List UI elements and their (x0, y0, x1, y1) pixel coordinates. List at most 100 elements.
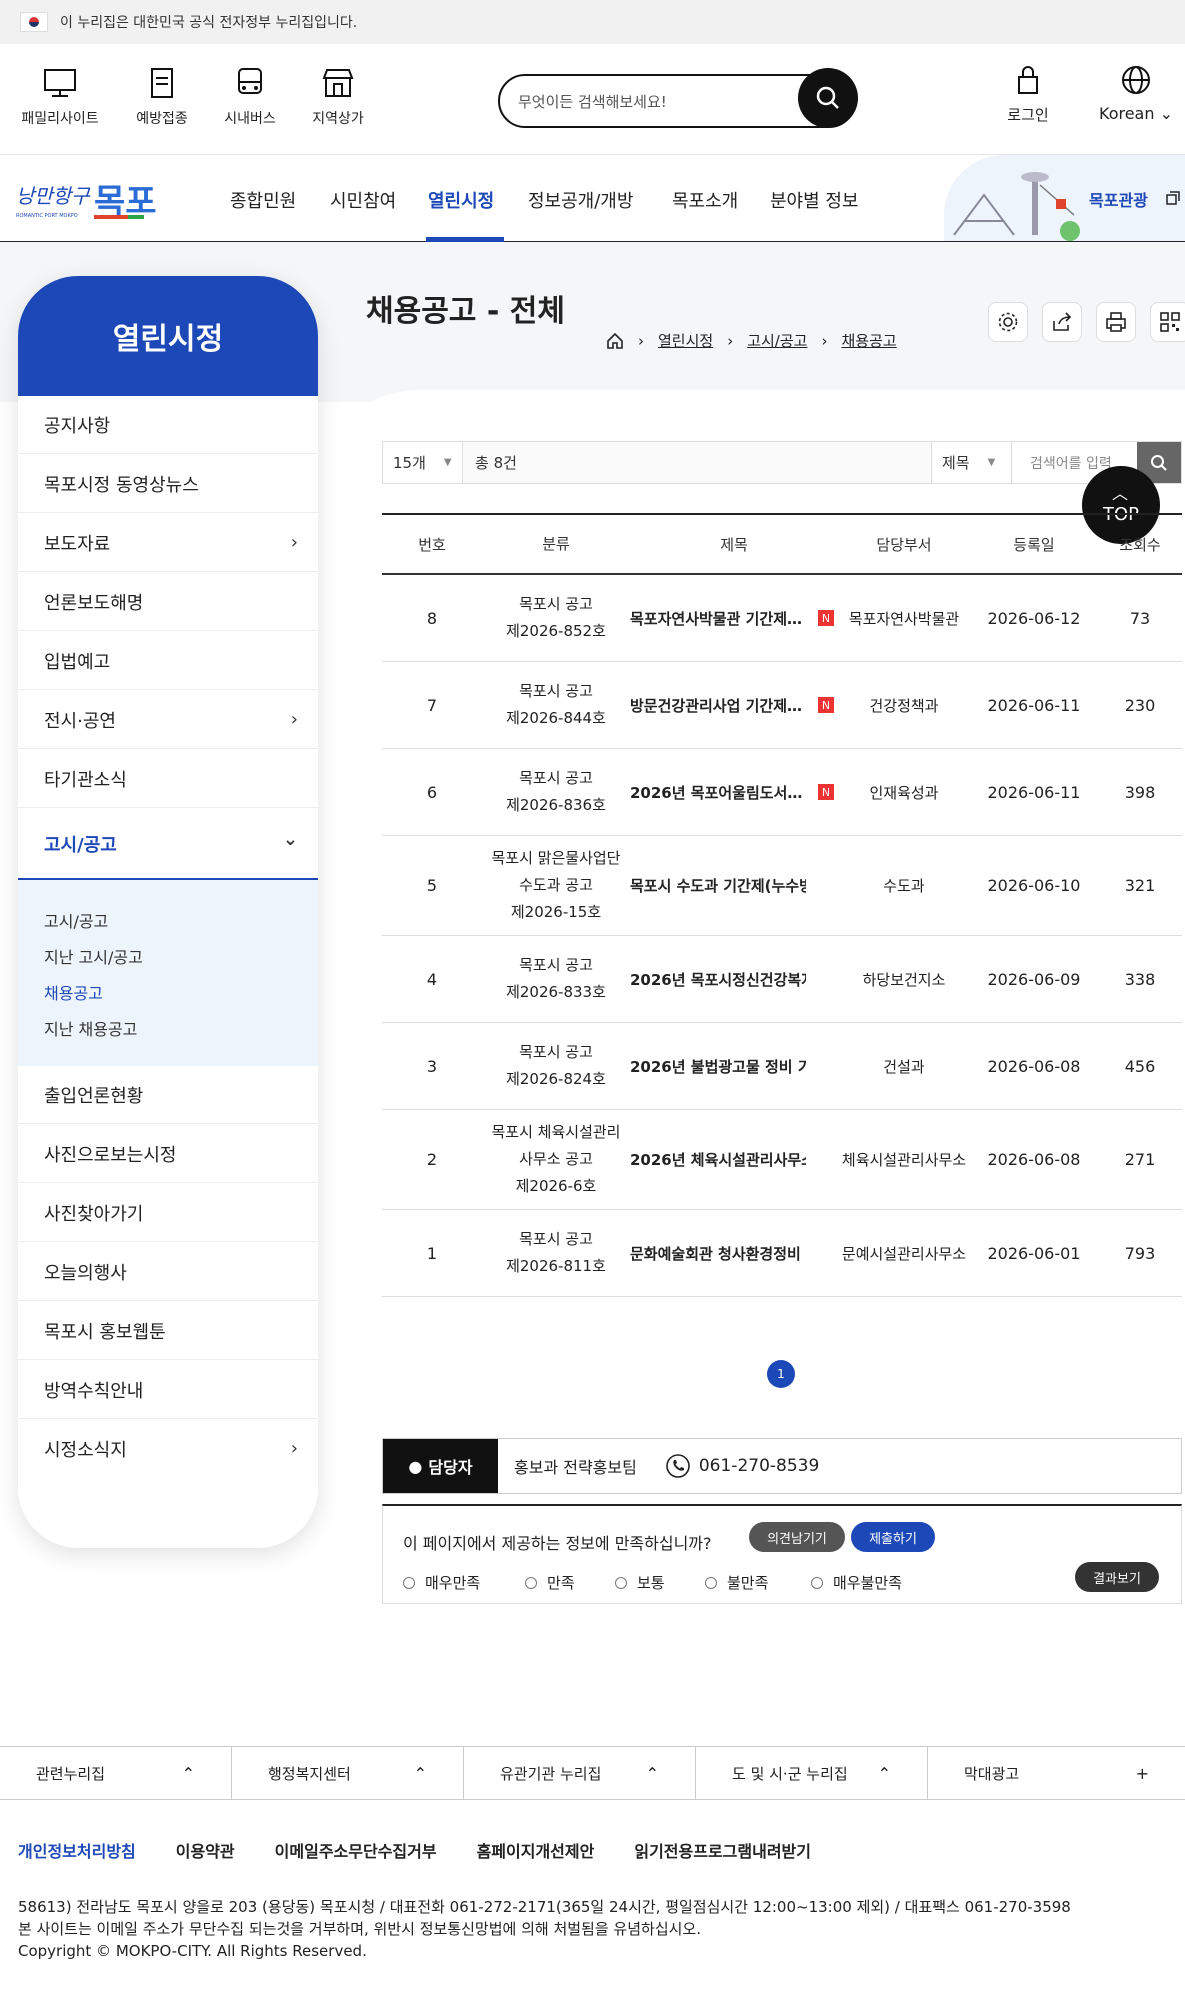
site-logo[interactable]: 낭만항구 ROMANTIC PORT MOKPO 목포 (16, 169, 157, 229)
util-local-store[interactable]: 지역상가 (290, 66, 386, 128)
table-row[interactable]: 2목포시 체육시설관리사무소 공고제2026-6호2026년 체육시설관리사무소… (382, 1110, 1182, 1210)
new-badge-label: N (818, 697, 834, 713)
table-row[interactable]: 8 목포시 공고 제2026-852호 목포자연사박물관 기간제… N 목포자연사박물관 2… (382, 575, 1182, 662)
login-button[interactable]: 로그인 (990, 64, 1066, 125)
submenu-recruitment[interactable]: 채용공고 (44, 980, 103, 1004)
korea-flag-icon (20, 12, 48, 32)
cell-title-link[interactable]: 2026년 불법광고물 정비 기… (630, 1023, 806, 1109)
cell-title-link[interactable]: 2026년 목포시정신건강복지… (630, 936, 806, 1022)
category-line: 사무소 공고 (519, 1150, 593, 1168)
sidebar-item-photo-admin[interactable]: 사진으로보는시정 (18, 1125, 318, 1183)
table-row[interactable]: 5 목포시 맑은물사업단 수도과 공고 제2026-15호 목포시 수도과 기간제(누수… (382, 836, 1182, 936)
cell-title-link[interactable]: 목포자연사박물관 기간제… (630, 575, 806, 661)
home-icon[interactable] (606, 332, 624, 350)
document-icon (151, 68, 173, 98)
footer-welfare-center[interactable]: 행정복지센터 ⌃ (232, 1747, 464, 1799)
sidebar-item-notice[interactable]: 공지사항 (18, 396, 318, 454)
sidebar-item-legislation[interactable]: 입법예고 (18, 632, 318, 690)
sidebar-item-exhibition[interactable]: 전시·공연 › (18, 691, 318, 749)
result-button[interactable]: 결과보기 (1075, 1562, 1159, 1592)
submenu-past-recruitment[interactable]: 지난 채용공고 (44, 1016, 137, 1040)
email-refusal-link[interactable]: 이메일주소무단수집거부 (275, 1838, 437, 1862)
util-family-site[interactable]: 패밀리사이트 (12, 66, 108, 128)
sidebar-item-quarantine[interactable]: 방역수칙안내 (18, 1361, 318, 1419)
table-row[interactable]: 4목포시 공고제2026-833호2026년 목포시정신건강복지…하당보건지소2… (382, 936, 1182, 1023)
submenu-past-announcement[interactable]: 지난 고시/공고 (44, 944, 143, 968)
submit-button[interactable]: 제출하기 (851, 1522, 935, 1552)
sidebar-item-press[interactable]: 보도자료 › (18, 514, 318, 572)
site-suggestion-link[interactable]: 홈페이지개선제안 (477, 1838, 595, 1862)
mokpo-logo-icon: 낭만항구 ROMANTIC PORT MOKPO 목포 (16, 182, 157, 222)
sidebar-item-other-org[interactable]: 타기관소식 (18, 750, 318, 808)
table-row[interactable]: 3목포시 공고제2026-824호2026년 불법광고물 정비 기…건설과202… (382, 1023, 1182, 1110)
sidebar-item-announcement[interactable]: 고시/공고 ⌄ (18, 809, 318, 880)
nav-item-by-field[interactable]: 분야별 정보 (770, 187, 859, 213)
sidebar-item-today-event[interactable]: 오늘의행사 (18, 1243, 318, 1301)
category-line: 제2026-852호 (506, 622, 606, 640)
qr-button[interactable] (1150, 302, 1185, 342)
survey-option-dissatisfied[interactable]: 불만족 (705, 1572, 768, 1593)
cell-no: 4 (426, 969, 438, 989)
qr-code-icon (1160, 312, 1180, 332)
search-button[interactable] (798, 68, 858, 128)
nav-item-about[interactable]: 목포소개 (672, 187, 738, 213)
breadcrumb-item[interactable]: 고시/공고 (747, 330, 807, 351)
nav-item-participation[interactable]: 시민참여 (330, 187, 396, 213)
page-size-select[interactable]: 15개 ▼ (383, 442, 463, 483)
privacy-policy-link[interactable]: 개인정보처리방침 (18, 1838, 136, 1862)
cell-title-link[interactable]: 2026년 목포어울림도서… (630, 749, 806, 835)
footer-province-sites[interactable]: 도 및 시·군 누리집 ⌃ (696, 1747, 928, 1799)
breadcrumb-item[interactable]: 열린시정 (658, 330, 713, 351)
cell-title-link[interactable]: 2026년 체육시설관리사무소… (630, 1110, 806, 1209)
survey-option-very-dissatisfied[interactable]: 매우불만족 (811, 1572, 902, 1593)
print-button[interactable] (1096, 302, 1136, 342)
sidebar-item-newsletter[interactable]: 시정소식지 › (18, 1420, 318, 1478)
share-icon (1053, 312, 1072, 331)
breadcrumb-item[interactable]: 채용공고 (841, 330, 896, 351)
sidebar-item-press-clarify[interactable]: 언론보도해명 (18, 573, 318, 631)
search-field-select[interactable]: 제목 ▼ (931, 442, 1011, 483)
survey-option-neutral[interactable]: 보통 (615, 1572, 665, 1593)
category-line: 목포시 공고 (519, 682, 593, 700)
cell-title-link[interactable]: 목포시 수도과 기간제(누수방… (630, 836, 806, 935)
footer-related-sites[interactable]: 관련누리집 ⌃ (0, 1747, 232, 1799)
share-button[interactable] (1042, 302, 1082, 342)
opinion-button[interactable]: 의견남기기 (749, 1522, 845, 1552)
sidebar-item-video-news[interactable]: 목포시정 동영상뉴스 (18, 455, 318, 513)
cell-category: 목포시 맑은물사업단 수도과 공고 제2026-15호 (482, 836, 630, 935)
col-header-title: 제목 (720, 535, 748, 554)
category-line: 제2026-844호 (506, 709, 606, 727)
sidebar-item-photo-find[interactable]: 사진찾아가기 (18, 1184, 318, 1242)
cell-no: 1 (426, 1243, 438, 1263)
nav-item-info-disclosure[interactable]: 정보공개/개방 (528, 187, 633, 213)
cell-title-link[interactable]: 방문건강관리사업 기간제… (630, 662, 806, 748)
table-row[interactable]: 1 목포시 공고 제2026-811호 문화예술회관 청사환경정비 … 문예시설관리사무… (382, 1210, 1182, 1297)
chevron-down-icon: ⌄ (282, 829, 298, 850)
sidebar-item-webtoon[interactable]: 목포시 홍보웹툰 (18, 1302, 318, 1360)
submenu-announcement[interactable]: 고시/공고 (44, 908, 108, 932)
table-row[interactable]: 6 목포시 공고 제2026-836호 2026년 목포어울림도서… N 인재육성과 202… (382, 749, 1182, 836)
viewer-download-link[interactable]: 읽기전용프로그램내려받기 (634, 1838, 811, 1862)
chevron-down-icon: ⌄ (1159, 104, 1173, 123)
table-row[interactable]: 7 목포시 공고 제2026-844호 방문건강관리사업 기간제… N 건강정책과 2026… (382, 662, 1182, 749)
survey-option-very-satisfied[interactable]: 매우만족 (403, 1572, 480, 1593)
util-vaccination[interactable]: 예방접종 (114, 66, 210, 128)
chevron-up-icon: ︿ (1112, 484, 1129, 503)
survey-option-satisfied[interactable]: 만족 (525, 1572, 575, 1593)
external-link-icon (1166, 191, 1180, 205)
terms-link[interactable]: 이용약관 (176, 1838, 235, 1862)
pagination-current[interactable]: 1 (767, 1360, 795, 1388)
cell-title-link[interactable]: 문화예술회관 청사환경정비 … (630, 1210, 806, 1296)
settings-button[interactable] (988, 302, 1028, 342)
sidebar-item-press-access[interactable]: 출입언론현황 (18, 1066, 318, 1124)
breadcrumb-separator: › (727, 331, 734, 350)
language-selector[interactable]: Korean ⌄ (1090, 64, 1182, 123)
footer-banner-ads[interactable]: 막대광고 + (928, 1747, 1185, 1799)
contact-phone: 061-270-8539 (698, 1456, 820, 1476)
tour-link[interactable]: 목포관광 (944, 155, 1185, 241)
category-line: 목포시 공고 (519, 595, 593, 613)
nav-item-open-admin[interactable]: 열린시정 (428, 187, 494, 213)
util-city-bus[interactable]: 시내버스 (202, 66, 298, 128)
nav-item-civil[interactable]: 종합민원 (230, 187, 296, 213)
footer-related-orgs[interactable]: 유관기관 누리집 ⌃ (464, 1747, 696, 1799)
